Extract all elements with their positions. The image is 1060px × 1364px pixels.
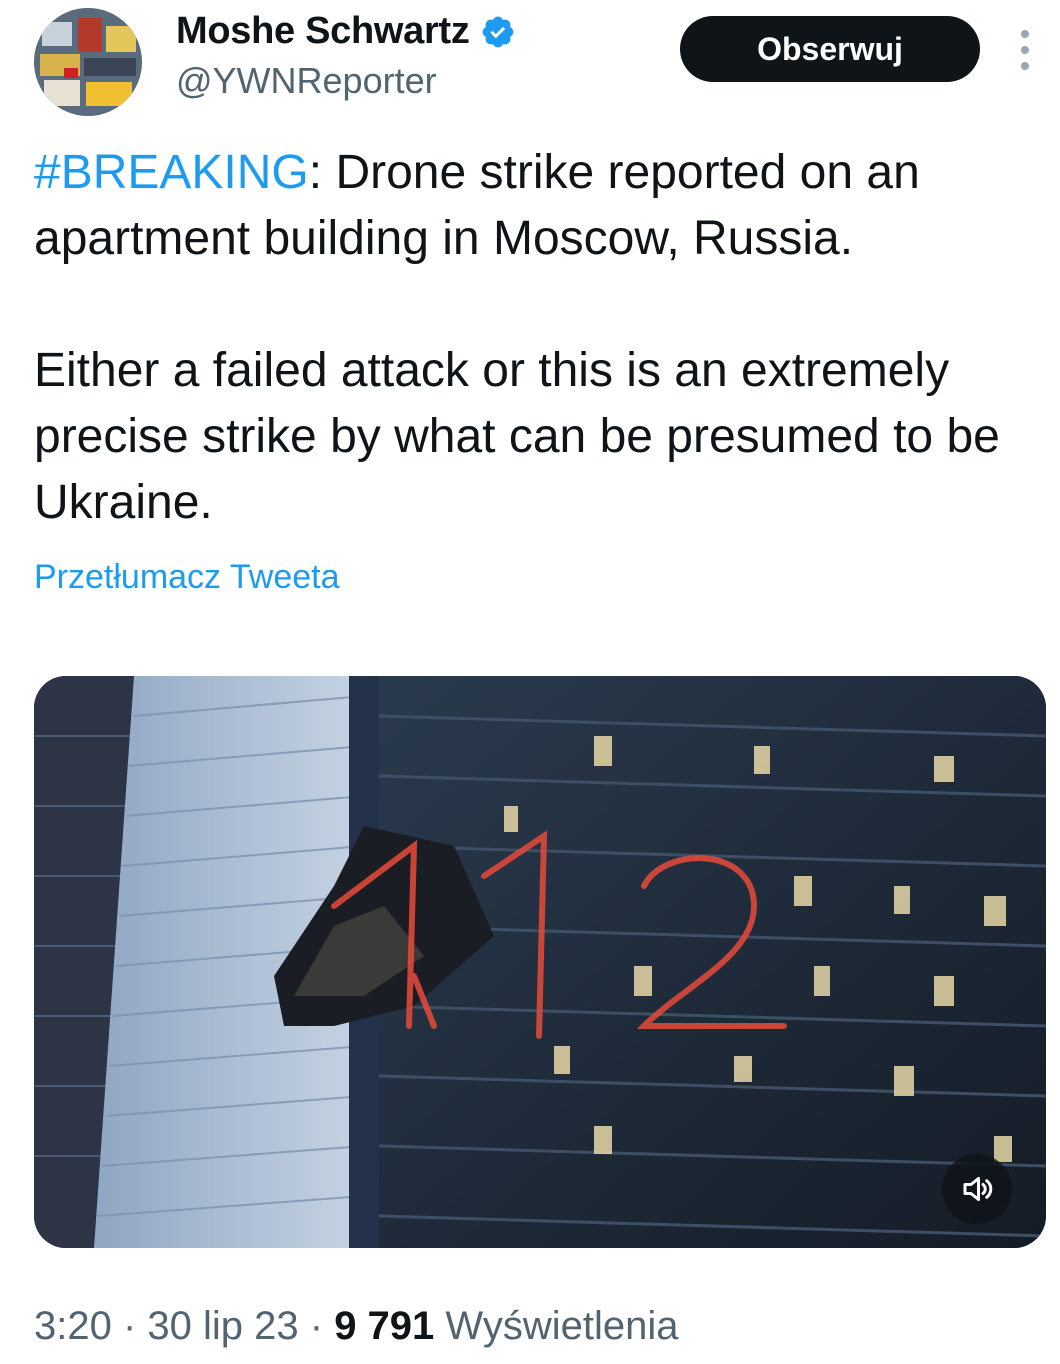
more-vertical-icon[interactable] [1014, 28, 1036, 72]
author-handle[interactable]: @YWNReporter [176, 60, 437, 102]
avatar[interactable] [34, 8, 142, 116]
meta-separator: · [111, 1304, 148, 1348]
video-frame-image [34, 676, 1046, 1248]
tweet-meta: 3:20 · 30 lip 23 · 9 791 Wyświetlenia [34, 1304, 678, 1349]
tweet-text: #BREAKING: Drone strike reported on an a… [34, 140, 1034, 536]
verified-badge-icon [482, 16, 513, 47]
hashtag-link[interactable]: #BREAKING [34, 146, 309, 199]
views-count: 9 791 [334, 1304, 435, 1348]
meta-separator: · [298, 1304, 335, 1348]
translate-tweet-link[interactable]: Przetłumacz Tweeta [34, 558, 340, 597]
tweet-time[interactable]: 3:20 [34, 1304, 112, 1348]
tweet-date[interactable]: 30 lip 23 [147, 1304, 298, 1348]
follow-button[interactable]: Obserwuj [680, 16, 980, 82]
avatar-image [34, 8, 142, 116]
author-name-row[interactable]: Moshe Schwartz [176, 10, 516, 53]
tweet-paragraph-1: #BREAKING: Drone strike reported on an a… [34, 140, 1034, 272]
views-label: Wyświetlenia [434, 1304, 679, 1348]
tweet-paragraph-2: Either a failed attack or this is an ext… [34, 344, 1000, 529]
tweet-video[interactable] [34, 676, 1046, 1248]
author-display-name[interactable]: Moshe Schwartz [176, 10, 470, 53]
speaker-sound-icon [963, 1177, 993, 1201]
sound-toggle-button[interactable] [942, 1154, 1012, 1224]
